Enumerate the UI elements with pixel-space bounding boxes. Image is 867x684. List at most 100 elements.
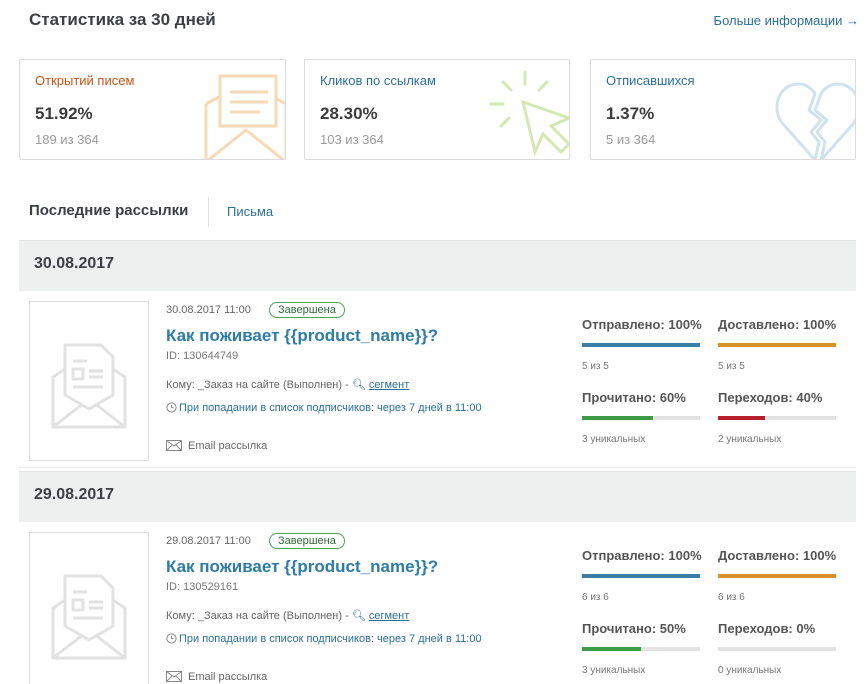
metric-sub: 5 из 5 <box>718 361 745 372</box>
metric-label: Переходов: 0% <box>718 621 816 636</box>
mailing-item: 29.08.2017 11:00 Завершена Как поживает … <box>19 522 856 684</box>
progress-track <box>582 647 700 651</box>
stat-card-unsubscribes: Отписавшихся 1.37% 5 из 364 <box>590 59 856 160</box>
mailing-type-label: Email рассылка <box>188 440 268 452</box>
stat-card-opens: Открытий писем 51.92% 189 из 364 <box>19 59 286 160</box>
metric-label: Отправлено: 100% <box>582 548 702 563</box>
metric-label: Отправлено: 100% <box>582 317 702 332</box>
group-date: 29.08.2017 <box>34 486 115 503</box>
mailing-item: 30.08.2017 11:00 Завершена Как поживает … <box>19 291 856 468</box>
metric-sub: 6 из 6 <box>718 592 745 603</box>
search-icon: 🔍︎ <box>351 609 366 622</box>
metric-sub: 0 уникальных <box>718 665 782 676</box>
metric-sub: 2 уникальных <box>718 434 782 445</box>
stat-sub: 5 из 364 <box>606 132 656 147</box>
recent-mailings-title: Последние рассылки <box>29 202 189 219</box>
clock-icon <box>166 402 177 413</box>
date-group-header: 29.08.2017 <box>19 471 856 522</box>
stat-label: Открытий писем <box>35 73 135 88</box>
open-envelope-icon <box>204 74 285 159</box>
envelope-icon <box>166 440 182 451</box>
recipients-line: Кому: _Заказ на сайте (Выполнен) - 🔍︎ се… <box>166 378 409 391</box>
mailing-id: ID: 130644749 <box>166 350 239 362</box>
progress-track <box>718 574 836 578</box>
mailing-thumbnail[interactable] <box>29 301 149 461</box>
email-template-icon <box>51 343 127 429</box>
progress-track <box>582 574 700 578</box>
segment-link[interactable]: 🔍︎ сегмент <box>351 609 410 622</box>
metric-sub: 5 из 5 <box>582 361 609 372</box>
metric-label: Прочитано: 50% <box>582 621 686 636</box>
metric-delivered: Доставлено: 100% 6 из 6 <box>718 548 837 603</box>
metric-sent: Отправлено: 100% 6 из 6 <box>582 548 702 603</box>
metric-read: Прочитано: 50% 3 уникальных <box>582 621 700 676</box>
progress-fill <box>718 416 766 420</box>
email-template-icon <box>51 574 127 660</box>
metric-label: Доставлено: 100% <box>718 548 837 563</box>
page-title: Статистика за 30 дней <box>29 10 216 29</box>
mailing-thumbnail[interactable] <box>29 532 149 684</box>
stat-card-clicks: Кликов по ссылкам 28.30% 103 из 364 <box>304 59 570 160</box>
metric-delivered: Доставлено: 100% 5 из 5 <box>718 317 837 372</box>
clock-icon <box>166 633 177 644</box>
stat-value: 28.30% <box>320 104 378 123</box>
envelope-icon <box>166 671 182 682</box>
metric-label: Доставлено: 100% <box>718 317 837 332</box>
progress-track <box>718 343 836 347</box>
progress-fill <box>582 416 653 420</box>
metric-read: Прочитано: 60% 3 уникальных <box>582 390 700 445</box>
tab-letters[interactable]: Письма <box>227 204 273 219</box>
progress-track <box>718 647 836 651</box>
search-icon: 🔍︎ <box>351 378 366 391</box>
progress-track <box>582 416 700 420</box>
progress-fill <box>718 574 836 578</box>
stats-header: Статистика за 30 дней Больше информации … <box>29 10 859 34</box>
mailing-type-label: Email рассылка <box>188 671 268 683</box>
date-group-header: 30.08.2017 <box>19 240 856 291</box>
stat-sub: 103 из 364 <box>320 132 384 147</box>
segment-label: сегмент <box>368 379 410 391</box>
status-badge: Завершена <box>269 302 345 318</box>
mailing-type: Email рассылка <box>166 671 267 683</box>
progress-fill <box>718 343 836 347</box>
metric-sub: 3 уникальных <box>582 434 646 445</box>
broken-heart-icon <box>775 82 855 159</box>
metric-label: Прочитано: 60% <box>582 390 686 405</box>
segment-link[interactable]: 🔍︎ сегмент <box>351 378 410 391</box>
stat-label: Отписавшихся <box>606 73 695 88</box>
stat-value: 51.92% <box>35 104 93 123</box>
mailing-title-link[interactable]: Как поживает {{product_name}}? <box>166 557 438 577</box>
metric-sub: 6 из 6 <box>582 592 609 603</box>
progress-track <box>718 416 836 420</box>
cursor-click-icon <box>489 70 569 157</box>
metric-sub: 3 уникальных <box>582 665 646 676</box>
recipients-text: Кому: _Заказ на сайте (Выполнен) - <box>166 610 349 622</box>
mailing-type: Email рассылка <box>166 440 267 452</box>
divider <box>208 197 209 227</box>
mailing-title-link[interactable]: Как поживает {{product_name}}? <box>166 326 438 346</box>
trigger-link[interactable]: При попадании в список подписчиков: чере… <box>166 402 482 414</box>
progress-fill <box>582 574 700 578</box>
status-badge: Завершена <box>269 533 345 549</box>
mailing-datetime: 29.08.2017 11:00 <box>166 535 251 547</box>
more-info-link[interactable]: Больше информации → <box>714 13 859 28</box>
mailing-id: ID: 130529161 <box>166 581 239 593</box>
metric-sent: Отправлено: 100% 5 из 5 <box>582 317 702 372</box>
progress-track <box>582 343 700 347</box>
recipients-text: Кому: _Заказ на сайте (Выполнен) - <box>166 379 349 391</box>
progress-fill <box>582 647 641 651</box>
trigger-link[interactable]: При попадании в список подписчиков: чере… <box>166 633 482 645</box>
mailing-datetime: 30.08.2017 11:00 <box>166 304 251 316</box>
metric-clicks: Переходов: 40% 2 уникальных <box>718 390 836 445</box>
stat-sub: 189 из 364 <box>35 132 99 147</box>
trigger-text: При попадании в список подписчиков: чере… <box>179 633 482 645</box>
segment-label: сегмент <box>368 610 410 622</box>
progress-fill <box>582 343 700 347</box>
recent-mailings-header: Последние рассылки Письма <box>29 197 859 227</box>
metric-clicks: Переходов: 0% 0 уникальных <box>718 621 836 676</box>
group-date: 30.08.2017 <box>34 255 115 272</box>
stat-value: 1.37% <box>606 104 655 123</box>
recipients-line: Кому: _Заказ на сайте (Выполнен) - 🔍︎ се… <box>166 609 409 622</box>
trigger-text: При попадании в список подписчиков: чере… <box>179 402 482 414</box>
stat-label: Кликов по ссылкам <box>320 73 436 88</box>
